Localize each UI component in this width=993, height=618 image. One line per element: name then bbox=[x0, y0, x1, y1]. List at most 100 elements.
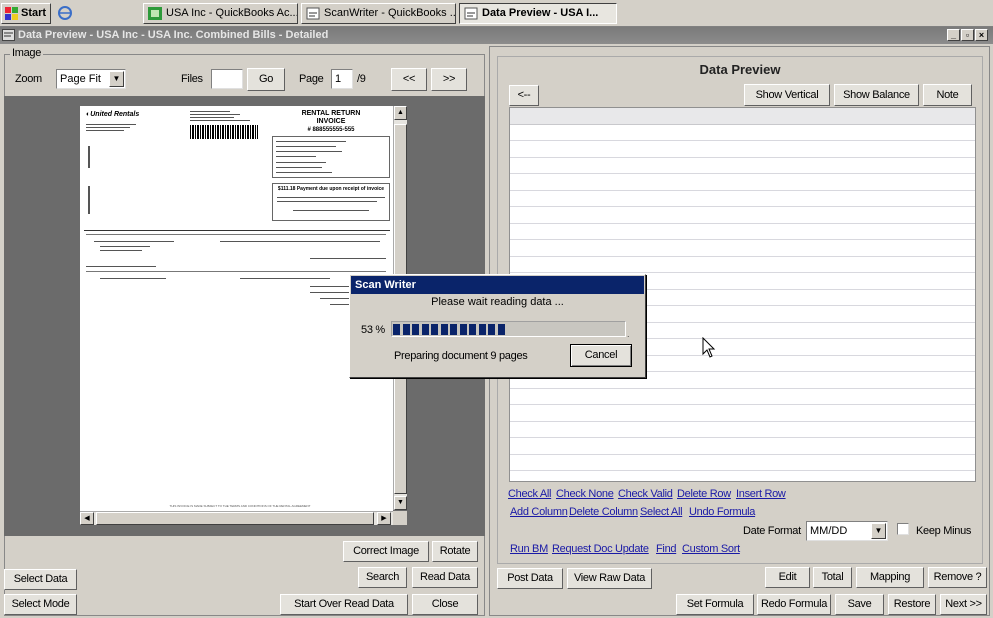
zoom-select[interactable]: Page Fit ▼ bbox=[56, 69, 126, 89]
grid-row-line bbox=[510, 470, 975, 471]
taskbar-item-label: Data Preview - USA I... bbox=[482, 7, 599, 19]
zoom-label: Zoom bbox=[15, 73, 42, 85]
quicklaunch-browser-icon[interactable] bbox=[56, 5, 74, 21]
invoice-title: RENTAL RETURN INVOICE # 888555555-555 bbox=[301, 110, 361, 133]
find-link[interactable]: Find bbox=[656, 543, 677, 555]
add-column-link[interactable]: Add Column bbox=[510, 506, 568, 518]
scanwriter-icon bbox=[306, 7, 320, 20]
grid-row-line bbox=[510, 157, 975, 158]
delete-column-link[interactable]: Delete Column bbox=[569, 506, 638, 518]
taskbar-item-label: USA Inc - QuickBooks Ac... bbox=[166, 7, 298, 19]
progress-block bbox=[412, 324, 419, 335]
close-window-button[interactable]: × bbox=[975, 29, 988, 41]
correct-image-button[interactable]: Correct Image bbox=[343, 541, 429, 562]
show-vertical-button[interactable]: Show Vertical bbox=[744, 84, 830, 106]
taskbar-item-scanwriter[interactable]: ScanWriter - QuickBooks ... bbox=[301, 3, 456, 24]
dialog-message: Please wait reading data ... bbox=[431, 296, 564, 308]
payment-box: $111.18 Payment due upon receipt of invo… bbox=[272, 183, 390, 221]
start-over-read-data-button[interactable]: Start Over Read Data bbox=[280, 594, 408, 615]
chevron-down-icon[interactable]: ▼ bbox=[871, 523, 886, 539]
files-label: Files bbox=[181, 73, 203, 85]
window-title: Data Preview - USA Inc - USA Inc. Combin… bbox=[18, 29, 329, 41]
request-doc-update-link[interactable]: Request Doc Update bbox=[552, 543, 649, 555]
view-raw-data-button[interactable]: View Raw Data bbox=[567, 568, 652, 589]
chevron-down-icon[interactable]: ▼ bbox=[109, 71, 124, 87]
scroll-left-icon[interactable]: ◀ bbox=[80, 512, 94, 525]
show-balance-button[interactable]: Show Balance bbox=[834, 84, 919, 106]
select-mode-button[interactable]: Select Mode bbox=[4, 594, 77, 615]
total-button[interactable]: Total bbox=[813, 567, 852, 588]
read-data-button[interactable]: Read Data bbox=[412, 567, 478, 588]
back-button[interactable]: <-- bbox=[509, 85, 539, 106]
progress-block bbox=[450, 324, 457, 335]
windows-logo-icon bbox=[5, 7, 19, 20]
undo-formula-link[interactable]: Undo Formula bbox=[689, 506, 755, 518]
grid-row-line bbox=[510, 190, 975, 191]
check-all-link[interactable]: Check All bbox=[508, 488, 551, 500]
mouse-cursor-icon bbox=[702, 336, 716, 359]
search-button[interactable]: Search bbox=[358, 567, 407, 588]
close-button[interactable]: Close bbox=[412, 594, 478, 615]
taskbar-item-quickbooks[interactable]: USA Inc - QuickBooks Ac... bbox=[143, 3, 298, 24]
start-button[interactable]: Start bbox=[1, 3, 51, 24]
page-total: /9 bbox=[357, 73, 366, 85]
document-footer: THIS INVOICE IS MADE SUBJECT TO THE TERM… bbox=[169, 504, 311, 508]
progress-block bbox=[393, 324, 400, 335]
post-data-button[interactable]: Post Data bbox=[497, 568, 563, 589]
grid-row-line bbox=[510, 223, 975, 224]
rotate-button[interactable]: Rotate bbox=[432, 541, 478, 562]
prev-page-button[interactable]: << bbox=[391, 68, 427, 91]
restore-button[interactable]: ▫ bbox=[961, 29, 974, 41]
taskbar: Start USA Inc - QuickBooks Ac... ScanWri… bbox=[0, 0, 993, 27]
files-input[interactable] bbox=[211, 69, 243, 89]
start-label: Start bbox=[21, 7, 47, 19]
grid-row-line bbox=[510, 454, 975, 455]
delete-row-link[interactable]: Delete Row bbox=[677, 488, 731, 500]
scanwriter-icon bbox=[464, 7, 478, 20]
horizontal-scrollbar[interactable]: ◀ ▶ bbox=[80, 511, 393, 525]
select-data-button[interactable]: Select Data bbox=[4, 569, 77, 590]
grid-row-line bbox=[510, 404, 975, 405]
edit-button[interactable]: Edit bbox=[765, 567, 810, 588]
taskbar-item-data-preview[interactable]: Data Preview - USA I... bbox=[459, 3, 617, 24]
check-valid-link[interactable]: Check Valid bbox=[618, 488, 673, 500]
zoom-value: Page Fit bbox=[60, 73, 101, 85]
set-formula-button[interactable]: Set Formula bbox=[676, 594, 754, 615]
scroll-right-icon[interactable]: ▶ bbox=[377, 512, 391, 525]
go-button[interactable]: Go bbox=[247, 68, 285, 91]
next-button[interactable]: Next >> bbox=[940, 594, 987, 615]
barcode bbox=[190, 125, 258, 139]
mapping-button[interactable]: Mapping bbox=[856, 567, 924, 588]
progress-block bbox=[431, 324, 438, 335]
save-button[interactable]: Save bbox=[835, 594, 884, 615]
progress-block bbox=[460, 324, 467, 335]
run-bm-link[interactable]: Run BM bbox=[510, 543, 548, 555]
keep-minus-checkbox[interactable] bbox=[897, 523, 909, 535]
scroll-corner bbox=[393, 511, 407, 525]
next-page-button[interactable]: >> bbox=[431, 68, 467, 91]
check-none-link[interactable]: Check None bbox=[556, 488, 614, 500]
select-all-link[interactable]: Select All bbox=[640, 506, 683, 518]
insert-row-link[interactable]: Insert Row bbox=[736, 488, 786, 500]
grid-actions-row3: Run BM Request Doc Update Find Custom So… bbox=[510, 543, 980, 557]
grid-header bbox=[510, 108, 975, 125]
remove-button[interactable]: Remove ? bbox=[928, 567, 987, 588]
scroll-thumb[interactable] bbox=[96, 512, 374, 525]
note-button[interactable]: Note bbox=[923, 84, 972, 106]
document-page-image: ◐United Rentals RENTAL RETURN INVOICE # … bbox=[80, 106, 393, 524]
date-format-select[interactable]: MM/DD ▼ bbox=[806, 521, 888, 541]
minimize-button[interactable]: _ bbox=[947, 29, 960, 41]
scroll-down-icon[interactable]: ▼ bbox=[394, 496, 407, 510]
grid-row-line bbox=[510, 173, 975, 174]
restore-data-button[interactable]: Restore bbox=[888, 594, 936, 615]
dialog-title: Scan Writer bbox=[351, 276, 644, 294]
page-input[interactable]: 1 bbox=[331, 69, 353, 89]
scroll-up-icon[interactable]: ▲ bbox=[394, 106, 407, 120]
progress-block bbox=[488, 324, 495, 335]
cancel-button[interactable]: Cancel bbox=[570, 344, 632, 367]
grid-row-line bbox=[510, 421, 975, 422]
progress-block bbox=[498, 324, 505, 335]
redo-formula-button[interactable]: Redo Formula bbox=[757, 594, 831, 615]
custom-sort-link[interactable]: Custom Sort bbox=[682, 543, 740, 555]
date-format-label: Date Format bbox=[743, 525, 801, 537]
